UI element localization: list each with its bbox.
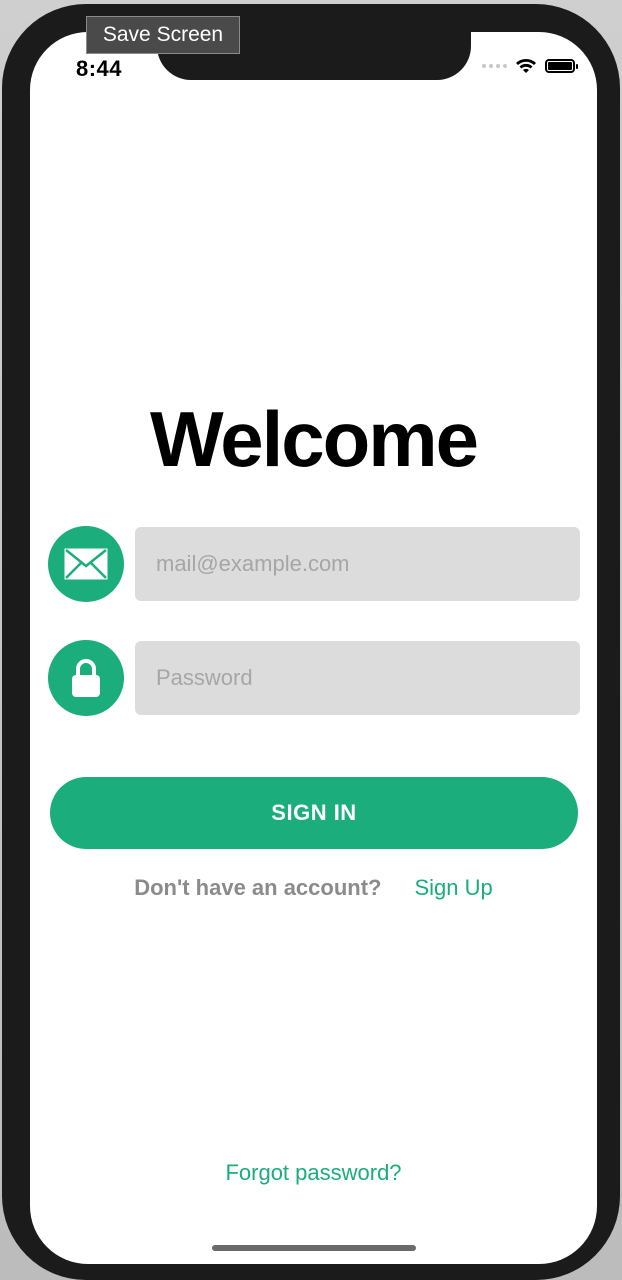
forgot-password-link[interactable]: Forgot password? [30,1160,597,1186]
sign-up-link[interactable]: Sign Up [414,875,492,901]
device-frame: 8:44 Welcome mail@example.com SIGN IN Do… [2,4,620,1280]
battery-icon [545,59,578,73]
sign-up-prompt: Don't have an account? Sign Up [30,875,597,901]
lock-icon [48,640,124,716]
welcome-title: Welcome [149,395,479,483]
sign-in-button[interactable]: SIGN IN [50,777,578,849]
app-screen: 8:44 Welcome mail@example.com SIGN IN Do… [30,32,597,1264]
email-input[interactable] [135,527,580,601]
home-indicator[interactable] [212,1245,416,1251]
status-time: 8:44 [76,56,123,81]
wifi-icon [516,59,536,73]
envelope-icon [48,526,124,602]
simulator-window: Save Screen 8:44 Welcome mail@example.co… [0,0,622,1280]
password-input[interactable] [135,641,580,715]
save-screen-tooltip[interactable]: Save Screen [86,16,240,54]
cellular-icon [482,64,507,68]
status-indicators [482,58,578,74]
no-account-text: Don't have an account? [134,875,382,900]
email-row [48,526,580,602]
password-row [48,640,580,716]
